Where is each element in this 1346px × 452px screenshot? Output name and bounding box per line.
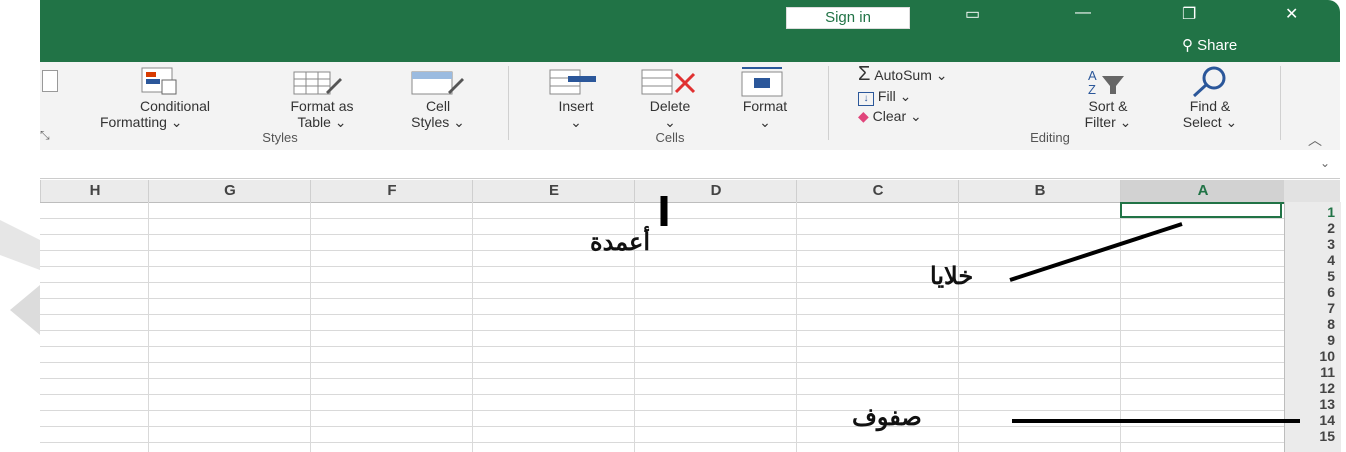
annotation-lines	[660, 196, 1300, 423]
rows-annotation: صفوف	[852, 404, 922, 431]
columns-annotation: أعمدة	[590, 229, 651, 256]
cells-annotation: خلايا	[930, 263, 974, 290]
